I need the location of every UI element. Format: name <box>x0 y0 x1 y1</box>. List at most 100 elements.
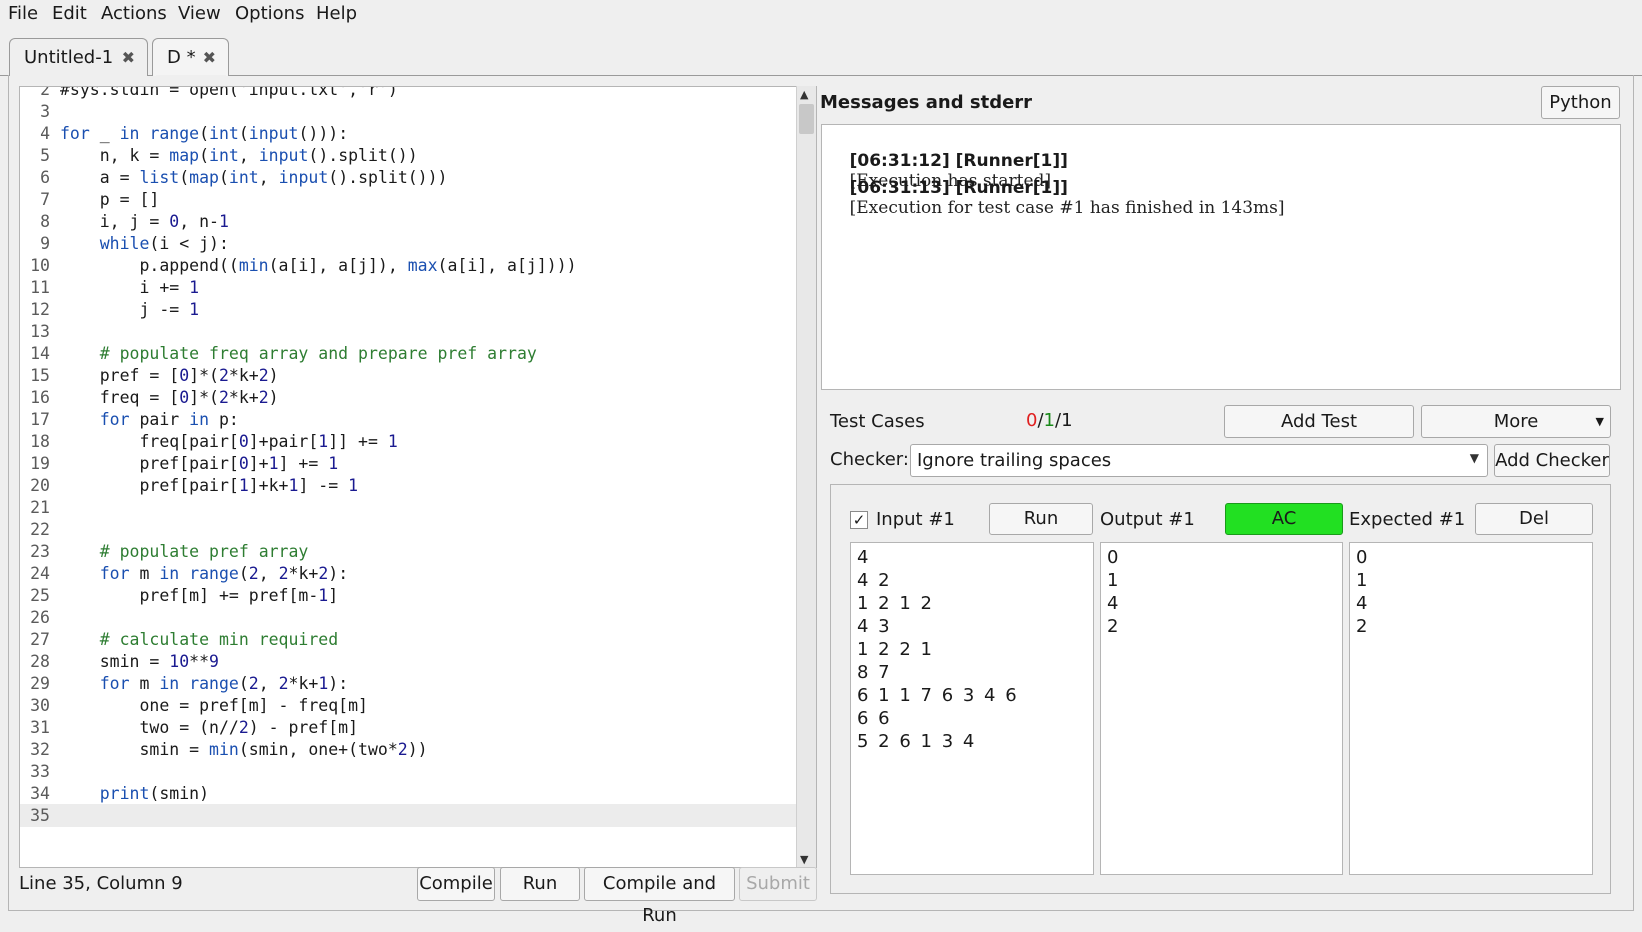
code-line[interactable]: 5 n, k = map(int, input().split()) <box>20 144 800 167</box>
code-text: print(smin) <box>99 784 210 803</box>
code-line[interactable]: 15 pref = [0]*(2*k+2) <box>20 364 800 387</box>
submit-button[interactable]: Submit <box>739 867 817 901</box>
code-line[interactable]: 23 # populate pref array <box>20 540 800 563</box>
menu-file[interactable]: File <box>8 3 38 24</box>
code-line[interactable]: 2 #sys.stdin = open('input.txt','r') <box>20 87 800 101</box>
menu-options[interactable]: Options <box>235 3 304 24</box>
code-line[interactable]: 17 for pair in p: <box>20 408 800 431</box>
cursor-position: Line 35, Column 9 <box>19 873 183 894</box>
code-line[interactable]: 27 # calculate min required <box>20 628 800 651</box>
code-line[interactable]: 34 print(smin) <box>20 782 800 805</box>
code-line[interactable]: 25 pref[m] += pref[m-1] <box>20 584 800 607</box>
line-number: 7 <box>40 190 50 209</box>
delete-test-button[interactable]: Del <box>1475 503 1593 535</box>
code-line[interactable]: 16 freq = [0]*(2*k+2) <box>20 386 800 409</box>
code-text: freq[pair[0]+pair[1]] += 1 <box>60 432 398 451</box>
code-line[interactable]: 18 freq[pair[0]+pair[1]] += 1 <box>20 430 800 453</box>
close-icon[interactable]: ✖ <box>122 48 135 67</box>
code-text: i, j = 0, n-1 <box>60 212 229 231</box>
test-enabled-checkbox[interactable]: ✓ <box>850 511 868 529</box>
code-line[interactable]: 7 p = [] <box>20 188 800 211</box>
message-text: [Execution for test case #1 has finished… <box>849 198 1285 218</box>
add-test-button[interactable]: Add Test <box>1224 405 1414 438</box>
line-number: 35 <box>30 806 50 825</box>
total-count: 1 <box>1061 410 1073 431</box>
code-line[interactable]: 31 two = (n//2) - pref[m] <box>20 716 800 739</box>
code-line[interactable]: 30 one = pref[m] - freq[m] <box>20 694 800 717</box>
compile-and-run-button[interactable]: Compile and Run <box>584 867 735 926</box>
code-text: pref[m] += pref[m-1] <box>60 586 339 605</box>
line-number: 14 <box>30 344 50 363</box>
tab-untitled-1[interactable]: Untitled-1 ✖ <box>9 38 148 76</box>
code-line[interactable]: 12 j -= 1 <box>20 298 800 321</box>
code-line[interactable]: 14 # populate freq array and prepare pre… <box>20 342 800 365</box>
text-line: 0 <box>1107 547 1121 568</box>
tab-label: D * <box>167 47 196 68</box>
code-editor[interactable]: 2 #sys.stdin = open('input.txt','r') 3 4 for… <box>19 86 817 868</box>
add-checker-button[interactable]: Add Checker <box>1494 444 1610 477</box>
code-line[interactable]: 28 smin = 10**9 <box>20 650 800 673</box>
verdict-badge[interactable]: AC <box>1225 503 1343 535</box>
line-number: 19 <box>30 454 50 473</box>
language-button[interactable]: Python <box>1541 86 1620 119</box>
scroll-thumb[interactable] <box>799 104 814 134</box>
menu-edit[interactable]: Edit <box>52 3 87 24</box>
code-line[interactable]: 19 pref[pair[0]+1] += 1 <box>20 452 800 475</box>
line-number: 8 <box>40 212 50 231</box>
code-line[interactable]: 33 <box>20 760 800 783</box>
code-line[interactable]: 13 <box>20 320 800 343</box>
code-text: smin = min(smin, one+(two*2)) <box>60 740 428 759</box>
checker-select[interactable]: Ignore trailing spaces ▼ <box>910 444 1488 477</box>
menu-help[interactable]: Help <box>316 3 357 24</box>
close-icon[interactable]: ✖ <box>203 48 216 67</box>
code-line[interactable]: 29 for m in range(2, 2*k+1): <box>20 672 800 695</box>
message-line: [06:31:13] [Runner[1]] [Execution for te… <box>828 158 1285 238</box>
line-number: 11 <box>30 278 50 297</box>
code-text: two = (n//2) - pref[m] <box>60 718 359 737</box>
output-textarea[interactable]: 0142 <box>1100 542 1343 875</box>
menu-view[interactable]: View <box>178 3 221 24</box>
tab-d[interactable]: D * ✖ <box>152 38 229 76</box>
expected-textarea[interactable]: 0142 <box>1349 542 1593 875</box>
scroll-up-icon[interactable]: ▲ <box>800 88 808 101</box>
dropdown-arrow-icon: ▼ <box>1595 415 1604 428</box>
test-counts: 0/1/1 <box>1026 410 1073 431</box>
code-line[interactable]: 32 smin = min(smin, one+(two*2)) <box>20 738 800 761</box>
menu-bar: File Edit Actions View Options Help <box>0 0 1642 30</box>
menu-actions[interactable]: Actions <box>101 3 167 24</box>
code-line[interactable]: 10 p.append((min(a[i], a[j]), max(a[i], … <box>20 254 800 277</box>
output-label: Output #1 <box>1100 509 1195 530</box>
editor-scrollbar[interactable]: ▲ ▼ <box>796 86 816 868</box>
code-text: # calculate min required <box>99 630 339 649</box>
code-text: for _ in range(int(input())): <box>60 124 349 143</box>
code-text: # populate pref array <box>99 542 309 561</box>
text-line: 1 <box>1356 570 1370 591</box>
code-line[interactable]: 4 for _ in range(int(input())): <box>20 122 800 145</box>
input-textarea[interactable]: 44 21 2 1 24 31 2 2 18 76 1 1 7 6 3 4 66… <box>850 542 1094 875</box>
code-text: pref = [0]*(2*k+2) <box>60 366 279 385</box>
text-line: 4 2 <box>857 570 892 591</box>
code-line[interactable]: 26 <box>20 606 800 629</box>
code-line[interactable]: 24 for m in range(2, 2*k+2): <box>20 562 800 585</box>
code-line[interactable]: 6 a = list(map(int, input().split())) <box>20 166 800 189</box>
code-line[interactable]: 8 i, j = 0, n-1 <box>20 210 800 233</box>
code-line[interactable]: 21 <box>20 496 800 519</box>
line-number: 18 <box>30 432 50 451</box>
more-dropdown[interactable]: More ▼ <box>1421 405 1611 438</box>
code-line[interactable]: 20 pref[pair[1]+k+1] -= 1 <box>20 474 800 497</box>
passed-count: 1 <box>1043 410 1055 431</box>
compile-button[interactable]: Compile <box>417 867 495 901</box>
line-number: 17 <box>30 410 50 429</box>
test-run-button[interactable]: Run <box>989 503 1093 535</box>
code-line[interactable]: 35 <box>20 804 800 827</box>
line-number: 24 <box>30 564 50 583</box>
run-button[interactable]: Run <box>500 867 580 901</box>
scroll-down-icon[interactable]: ▼ <box>800 853 808 866</box>
code-line[interactable]: 9 while(i < j): <box>20 232 800 255</box>
code-line[interactable]: 11 i += 1 <box>20 276 800 299</box>
code-text: freq = [0]*(2*k+2) <box>60 388 279 407</box>
line-number: 16 <box>30 388 50 407</box>
code-text: for pair in p: <box>99 410 239 429</box>
code-line[interactable]: 22 <box>20 518 800 541</box>
code-line[interactable]: 3 <box>20 100 800 123</box>
